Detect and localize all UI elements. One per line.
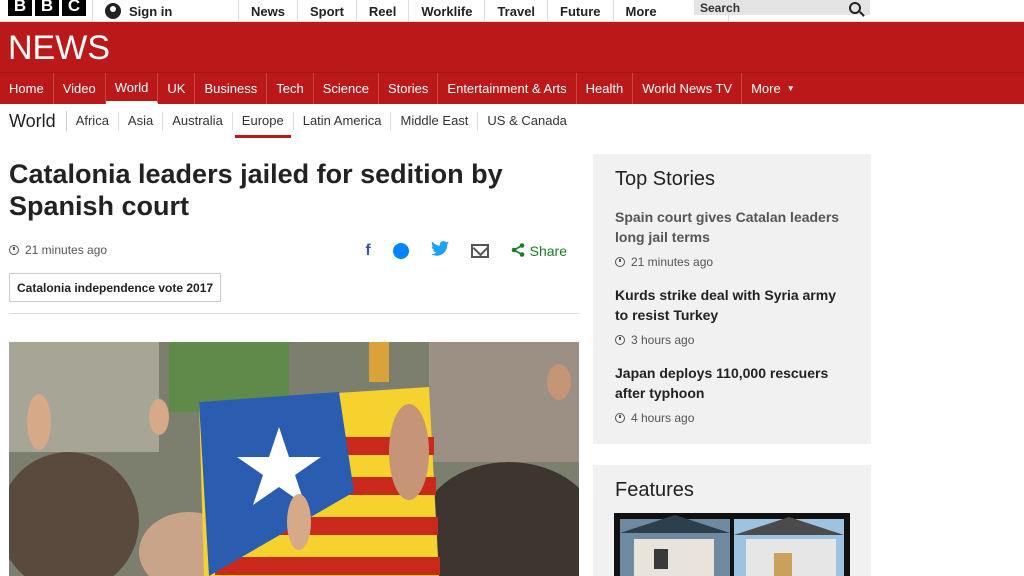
- story-meta: 21 minutes ago: [615, 255, 849, 269]
- list-item[interactable]: Kurds strike deal with Syria army to res…: [615, 285, 849, 347]
- global-header: B B C Sign in News Sport Reel Worklife T…: [0, 0, 1024, 22]
- main-nav-more[interactable]: More ▼: [742, 73, 804, 104]
- messenger-icon[interactable]: [392, 243, 409, 259]
- sign-in-link[interactable]: Sign in: [92, 0, 172, 22]
- main-nav-science[interactable]: Science: [314, 73, 379, 104]
- chevron-down-icon: ▼: [786, 84, 795, 93]
- list-item[interactable]: Spain court gives Catalan leaders long j…: [615, 207, 849, 269]
- story-title[interactable]: Japan deploys 110,000 rescuers after typ…: [615, 363, 849, 403]
- global-nav-future[interactable]: Future: [547, 0, 612, 22]
- topic-tag[interactable]: Catalonia independence vote 2017: [9, 273, 222, 302]
- main-nav-home[interactable]: Home: [0, 73, 54, 104]
- main-nav-entertainment[interactable]: Entertainment & Arts: [438, 73, 577, 104]
- top-stories-title: Top Stories: [615, 168, 716, 190]
- story-timestamp: 21 minutes ago: [631, 255, 714, 269]
- global-nav-worklife[interactable]: Worklife: [408, 0, 484, 22]
- section-nav-australia[interactable]: Australia: [163, 112, 233, 130]
- search-icon[interactable]: [849, 1, 861, 14]
- section-nav-africa[interactable]: Africa: [67, 112, 119, 130]
- section-nav-us-canada[interactable]: US & Canada: [478, 112, 576, 130]
- main-nav-stories[interactable]: Stories: [379, 73, 439, 104]
- main-nav-tech[interactable]: Tech: [267, 73, 314, 104]
- global-nav: News Sport Reel Worklife Travel Future M…: [238, 0, 729, 22]
- section-nav-europe[interactable]: Europe: [233, 112, 294, 138]
- article-meta: 21 minutes ago f Share: [9, 241, 579, 259]
- share-icon: [511, 242, 525, 260]
- bbc-logo-letter: B: [35, 0, 59, 16]
- story-meta: 4 hours ago: [615, 411, 849, 425]
- user-icon: [105, 3, 121, 19]
- main-nav-more-label: More: [751, 81, 781, 96]
- story-title[interactable]: Spain court gives Catalan leaders long j…: [615, 207, 849, 247]
- global-nav-more-label: More: [625, 3, 657, 19]
- feature-image[interactable]: [614, 513, 850, 576]
- news-banner: NEWS: [0, 22, 1024, 72]
- clock-icon: [615, 335, 625, 345]
- bbc-logo-letter: C: [62, 0, 86, 16]
- search-input[interactable]: Search: [694, 0, 870, 15]
- features-title: Features: [615, 479, 694, 501]
- global-nav-news[interactable]: News: [238, 0, 297, 22]
- sign-in-label: Sign in: [129, 3, 173, 19]
- main-nav-world[interactable]: World: [105, 73, 159, 104]
- story-meta: 3 hours ago: [615, 333, 849, 347]
- news-logo[interactable]: NEWS: [8, 29, 110, 68]
- facebook-icon[interactable]: f: [365, 242, 370, 260]
- bbc-logo[interactable]: B B C: [8, 0, 86, 16]
- story-title[interactable]: Kurds strike deal with Syria army to res…: [615, 285, 849, 325]
- main-nav-video[interactable]: Video: [54, 73, 106, 104]
- search-label: Search: [700, 0, 741, 15]
- global-nav-sport[interactable]: Sport: [296, 0, 356, 22]
- clock-icon: [615, 257, 625, 267]
- story-timestamp: 3 hours ago: [631, 333, 695, 347]
- list-item[interactable]: Japan deploys 110,000 rescuers after typ…: [615, 363, 849, 425]
- section-nav-latin-america[interactable]: Latin America: [294, 112, 392, 130]
- section-title[interactable]: World: [0, 111, 67, 131]
- features-panel: Features: [593, 465, 871, 576]
- main-nav-world-news-tv[interactable]: World News TV: [633, 73, 743, 104]
- story-timestamp: 4 hours ago: [631, 411, 695, 425]
- main-nav: Home Video World UK Business Tech Scienc…: [0, 72, 1024, 104]
- section-nav-middle-east[interactable]: Middle East: [391, 112, 479, 130]
- main-nav-uk[interactable]: UK: [158, 73, 196, 104]
- twitter-icon[interactable]: [430, 241, 449, 261]
- article-headline: Catalonia leaders jailed for sedition by…: [9, 159, 503, 221]
- main-nav-business[interactable]: Business: [195, 73, 268, 104]
- top-stories-panel: Top Stories Spain court gives Catalan le…: [593, 154, 871, 444]
- share-tools: f Share: [365, 241, 567, 261]
- main-nav-health[interactable]: Health: [577, 73, 634, 104]
- article-hero-image: [9, 342, 579, 576]
- global-nav-travel[interactable]: Travel: [484, 0, 547, 22]
- bbc-logo-letter: B: [8, 0, 32, 16]
- section-nav: World Africa Asia Australia Europe Latin…: [0, 104, 1024, 138]
- clock-icon: [615, 413, 625, 423]
- section-nav-asia[interactable]: Asia: [119, 112, 164, 130]
- share-label: Share: [529, 243, 567, 259]
- article-timestamp: 21 minutes ago: [25, 243, 108, 257]
- email-icon[interactable]: [470, 244, 489, 258]
- clock-icon: [9, 245, 19, 255]
- global-nav-reel[interactable]: Reel: [355, 0, 408, 22]
- share-button[interactable]: Share: [511, 242, 567, 260]
- divider: [9, 313, 579, 314]
